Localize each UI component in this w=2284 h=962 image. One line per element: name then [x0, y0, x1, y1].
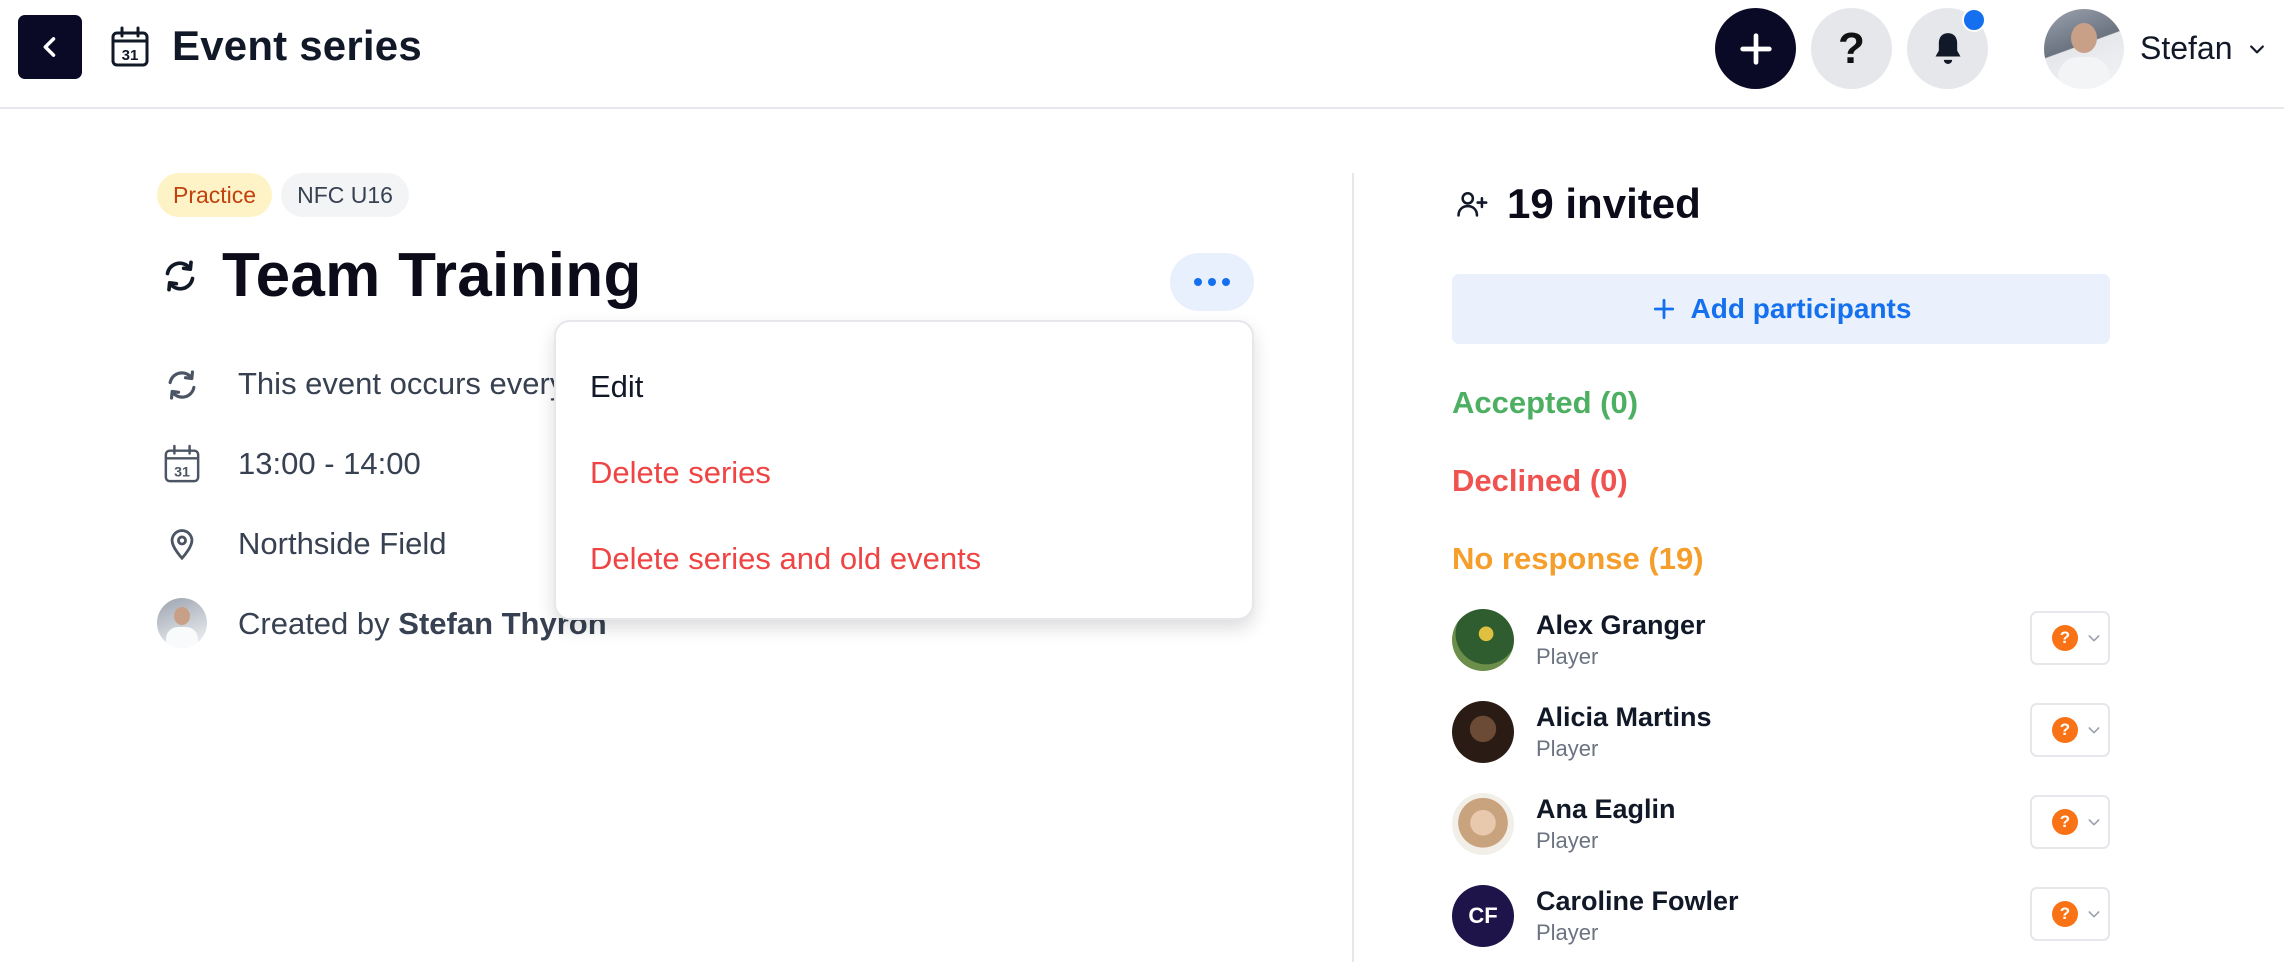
user-plus-icon — [1457, 191, 1488, 217]
created-by-prefix: Created by — [238, 606, 390, 641]
participant-role: Player — [1536, 736, 1599, 761]
participant-avatar — [1452, 701, 1514, 763]
user-menu[interactable]: Stefan — [2044, 8, 2267, 89]
rsvp-status-dropdown[interactable]: ? — [2030, 795, 2110, 849]
rsvp-status-dropdown[interactable]: ? — [2030, 703, 2110, 757]
help-button[interactable]: ? — [1811, 8, 1892, 89]
no-response-group-header[interactable]: No response (19) — [1452, 541, 1704, 577]
top-bar: 31 Event series ? Stefan — [0, 0, 2284, 109]
plus-icon — [1653, 298, 1674, 320]
creator-avatar — [157, 598, 207, 648]
recurrence-row — [160, 363, 204, 407]
invited-count: 19 invited — [1507, 180, 1701, 227]
location-pin-icon — [170, 529, 194, 561]
question-status-icon: ? — [2052, 625, 2078, 651]
participant-name: Caroline Fowler — [1536, 886, 1739, 916]
time-row: 31 — [160, 442, 204, 486]
participant-name: Alex Granger — [1536, 610, 1706, 640]
participant-row[interactable]: Alex Granger Player ? — [1452, 609, 2110, 671]
question-status-icon: ? — [2052, 717, 2078, 743]
invited-header: 19 invited — [1455, 180, 1701, 228]
notification-badge — [1962, 8, 1986, 32]
chevron-left-icon — [43, 37, 56, 57]
menu-item-delete-series[interactable]: Delete series — [590, 455, 771, 491]
user-name: Stefan — [2140, 30, 2233, 66]
participant-avatar — [1452, 609, 1514, 671]
column-divider — [1352, 173, 1354, 962]
chevron-down-icon — [2088, 911, 2100, 918]
accepted-group-header[interactable]: Accepted (0) — [1452, 385, 1638, 421]
bell-icon — [1935, 32, 1960, 64]
participant-row[interactable]: Alicia Martins Player ? — [1452, 701, 2110, 763]
event-title: Team Training — [222, 241, 642, 310]
participant-role: Player — [1536, 644, 1599, 669]
participant-name: Ana Eaglin — [1536, 794, 1676, 824]
add-participants-label: Add participants — [1690, 293, 1912, 324]
more-options-menu: Edit Delete series Delete series and old… — [554, 320, 1254, 620]
page-title: Event series — [172, 22, 422, 69]
participant-name: Alicia Martins — [1536, 702, 1712, 732]
event-title-row: Team Training — [160, 240, 642, 311]
menu-item-delete-series-and-old-events[interactable]: Delete series and old events — [590, 541, 981, 577]
chevron-down-icon — [2088, 635, 2100, 642]
add-participants-button[interactable]: Add participants — [1452, 274, 2110, 344]
recurring-icon — [165, 260, 195, 291]
declined-group-header[interactable]: Declined (0) — [1452, 463, 1628, 499]
calendar-day-number: 31 — [174, 464, 190, 480]
calendar-day-number: 31 — [122, 47, 139, 64]
participant-row[interactable]: CF Caroline Fowler Player ? — [1452, 885, 2110, 947]
back-button[interactable] — [18, 15, 82, 79]
participant-row[interactable]: Ana Eaglin Player ? — [1452, 793, 2110, 855]
participant-role: Player — [1536, 920, 1599, 945]
recurring-icon — [168, 370, 196, 400]
menu-item-edit[interactable]: Edit — [590, 369, 643, 405]
participant-role: Player — [1536, 828, 1599, 853]
recurrence-text: This event occurs every — [238, 366, 566, 401]
question-status-icon: ? — [2052, 809, 2078, 835]
chevron-down-icon — [2088, 819, 2100, 826]
tag-team: NFC U16 — [281, 173, 409, 217]
calendar-icon: 31 — [111, 26, 149, 67]
chevron-down-icon — [2249, 44, 2264, 53]
event-location: Northside Field — [238, 526, 447, 561]
more-options-button[interactable] — [1170, 253, 1254, 311]
rsvp-status-dropdown[interactable]: ? — [2030, 887, 2110, 941]
ellipsis-icon — [1194, 278, 1202, 286]
tag-practice: Practice — [157, 173, 273, 217]
event-time: 13:00 - 14:00 — [238, 446, 421, 481]
participant-initials-avatar: CF — [1452, 885, 1514, 947]
location-row — [160, 522, 204, 566]
create-button[interactable] — [1715, 8, 1796, 89]
user-avatar — [2044, 8, 2124, 89]
calendar-icon: 31 — [164, 444, 200, 483]
question-mark-icon: ? — [1838, 23, 1865, 73]
plus-icon — [1739, 32, 1772, 65]
rsvp-status-dropdown[interactable]: ? — [2030, 611, 2110, 665]
participant-avatar — [1452, 793, 1514, 855]
created-by: Created by Stefan Thyron — [238, 606, 607, 642]
question-status-icon: ? — [2052, 901, 2078, 927]
event-tags: Practice NFC U16 — [157, 173, 409, 217]
chevron-down-icon — [2088, 727, 2100, 734]
